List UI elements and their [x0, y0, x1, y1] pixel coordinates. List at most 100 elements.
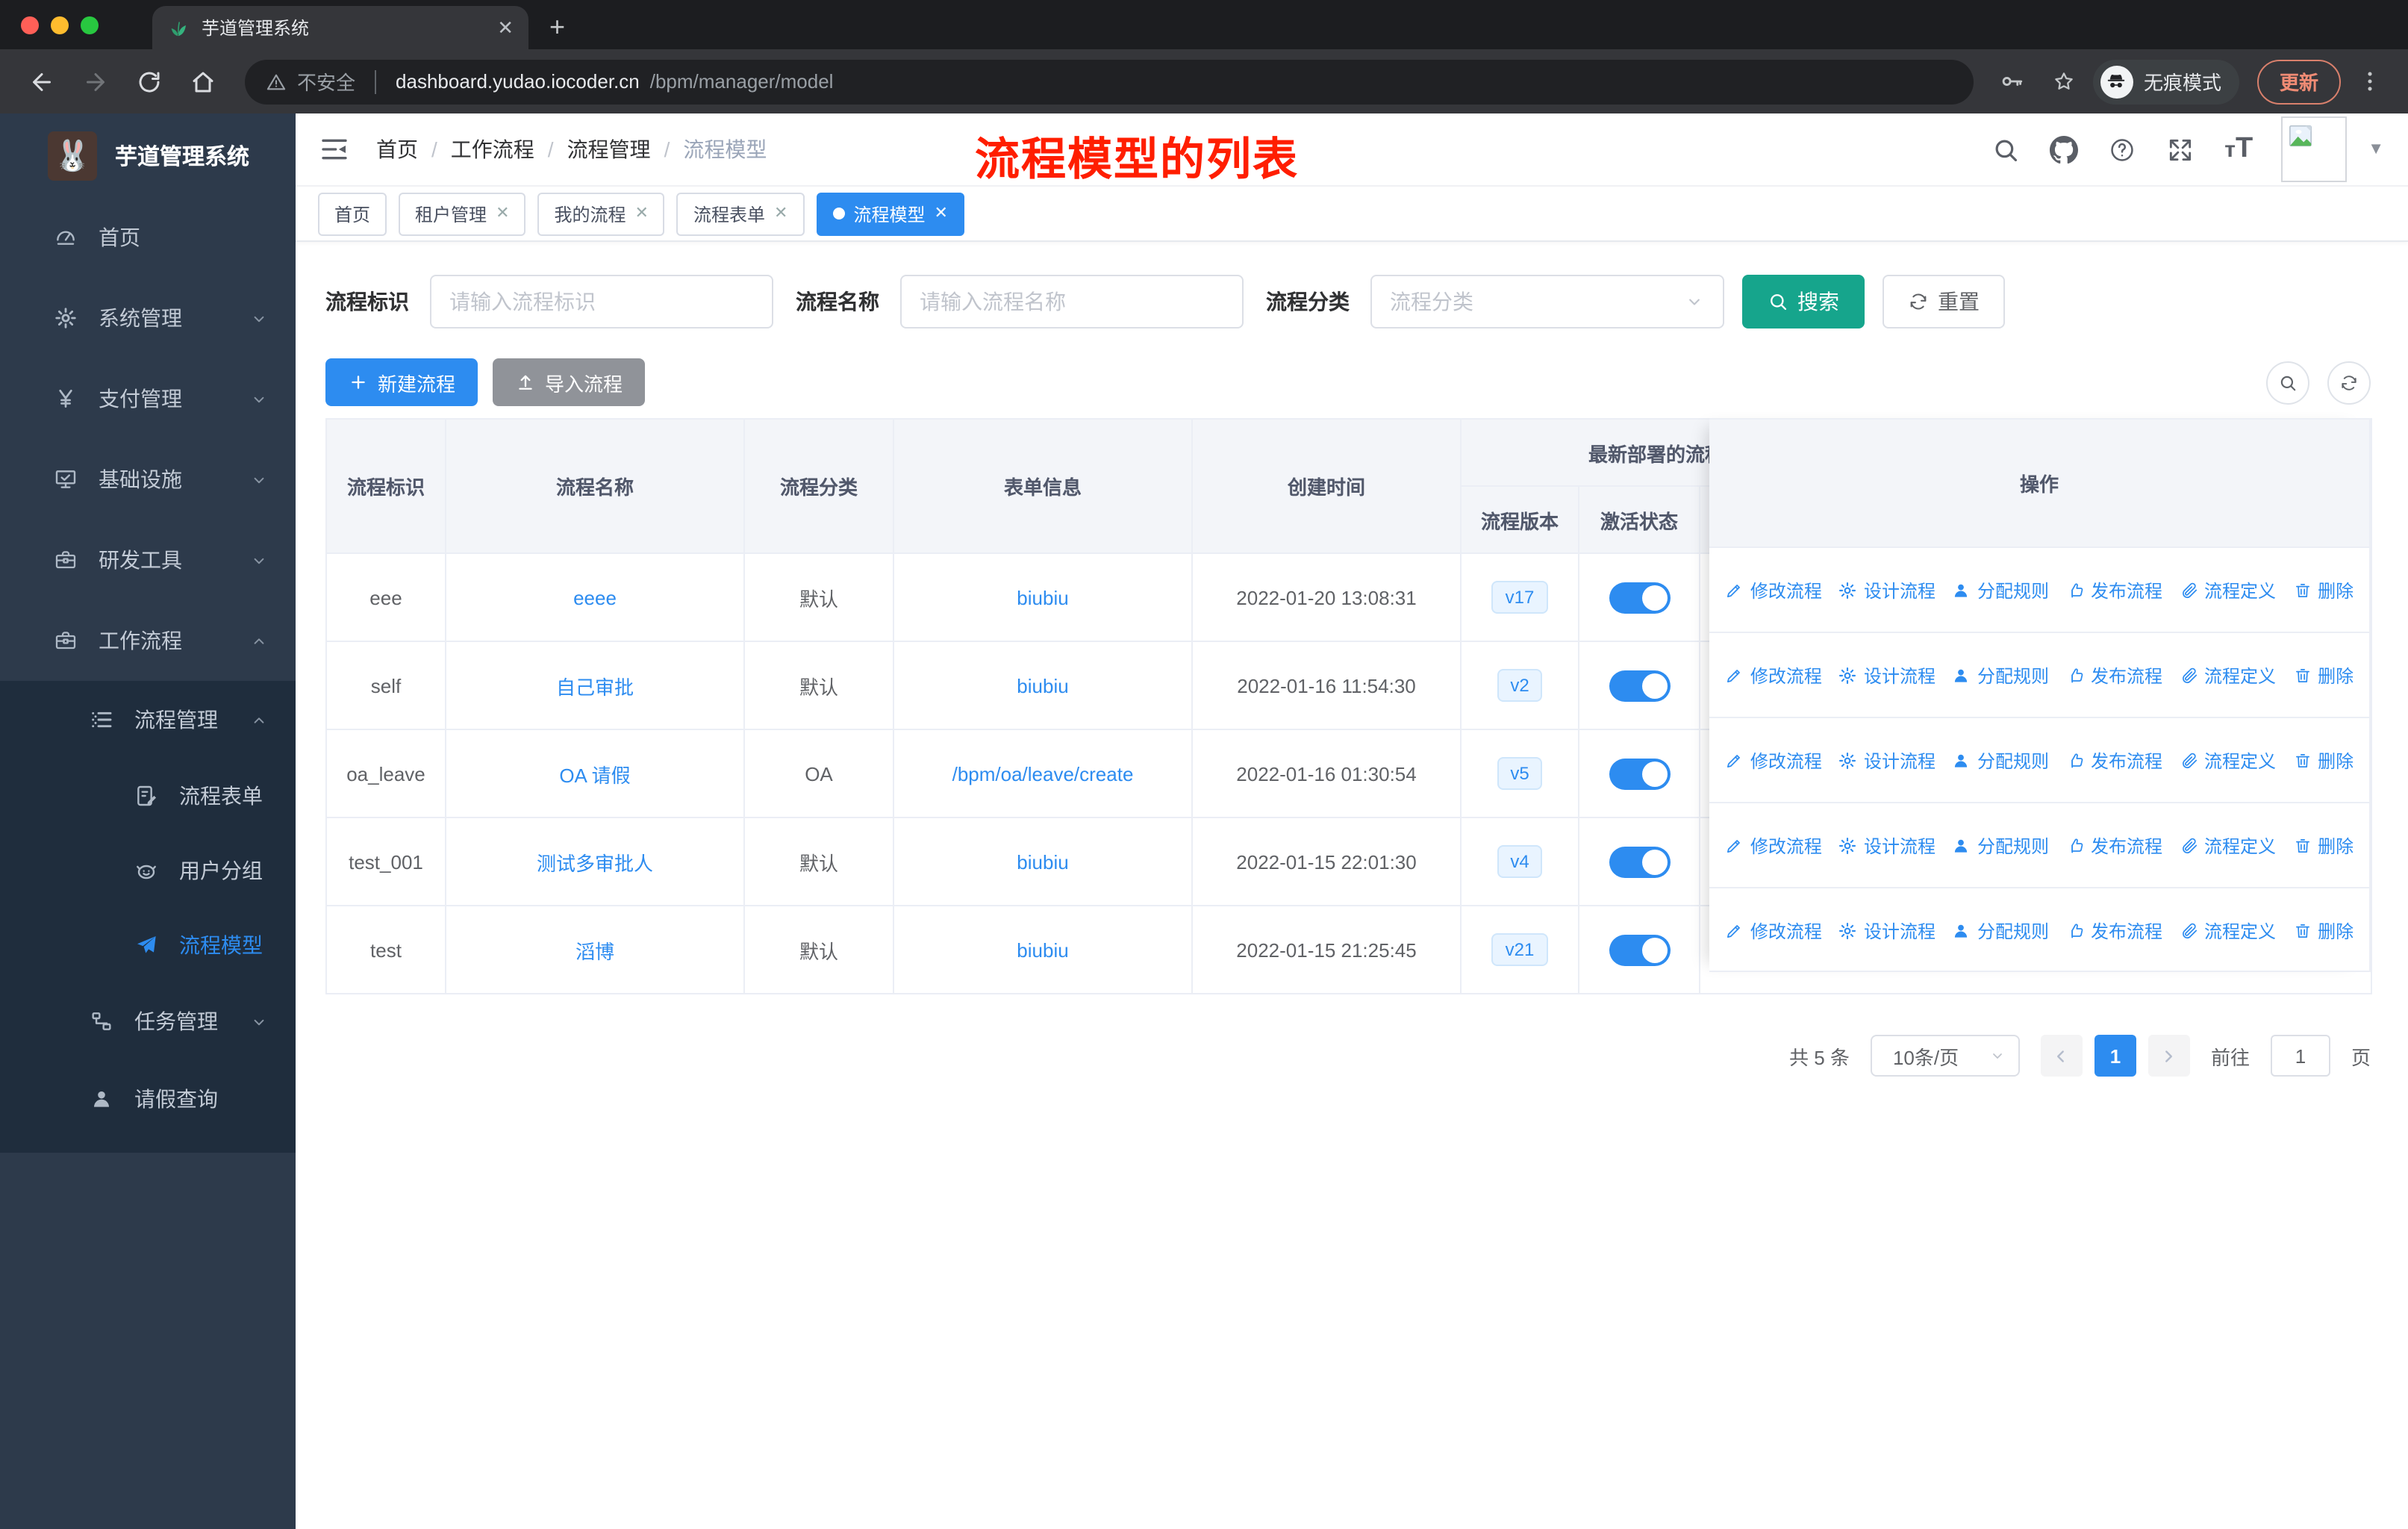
- avatar[interactable]: [2281, 116, 2348, 182]
- github-icon[interactable]: [2050, 135, 2079, 164]
- help-icon[interactable]: [2108, 135, 2136, 164]
- sidebar-item-payment[interactable]: 支付管理: [0, 358, 296, 439]
- font-size-icon[interactable]: тT: [2224, 133, 2253, 166]
- action-assign[interactable]: 分配规则: [1952, 662, 2049, 688]
- action-delete[interactable]: 删除: [2292, 577, 2354, 602]
- active-toggle[interactable]: [1609, 846, 1670, 877]
- goto-page-input[interactable]: [2270, 1035, 2330, 1077]
- tab-close-icon[interactable]: ✕: [497, 18, 514, 37]
- tag-home[interactable]: 首页: [318, 192, 387, 235]
- row-form-link[interactable]: biubiu: [1017, 674, 1068, 697]
- sidebar-item-task-management[interactable]: 任务管理: [0, 983, 296, 1060]
- tag-my-process[interactable]: 我的流程 ✕: [537, 192, 665, 235]
- process-category-select[interactable]: 流程分类: [1370, 275, 1724, 328]
- home-icon[interactable]: [190, 68, 216, 95]
- action-assign[interactable]: 分配规则: [1952, 577, 2049, 602]
- action-assign[interactable]: 分配规则: [1952, 918, 2049, 943]
- address-bar[interactable]: 不安全 dashboard.yudao.iocoder.cn/bpm/manag…: [245, 59, 1974, 104]
- action-design[interactable]: 设计流程: [1838, 747, 1936, 773]
- new-tab-button[interactable]: +: [549, 12, 565, 49]
- reload-icon[interactable]: [136, 68, 163, 95]
- forward-icon[interactable]: [82, 68, 109, 95]
- sidebar-item-user-group[interactable]: 用户分组: [0, 833, 296, 908]
- tag-close-icon[interactable]: ✕: [635, 205, 649, 222]
- process-name-input[interactable]: [900, 275, 1244, 328]
- show-search-button[interactable]: [2266, 361, 2309, 404]
- row-name-link[interactable]: 测试多审批人: [537, 852, 653, 874]
- page-number-1[interactable]: 1: [2094, 1035, 2136, 1077]
- back-icon[interactable]: [28, 68, 55, 95]
- active-toggle[interactable]: [1609, 934, 1670, 965]
- tag-close-icon[interactable]: ✕: [496, 205, 509, 222]
- search-icon[interactable]: [1991, 135, 2020, 164]
- process-key-input[interactable]: [430, 275, 773, 328]
- action-design[interactable]: 设计流程: [1838, 662, 1936, 688]
- action-edit[interactable]: 修改流程: [1725, 662, 1822, 688]
- sidebar-item-devtools[interactable]: 研发工具: [0, 520, 296, 600]
- row-name-link[interactable]: 滔博: [576, 940, 614, 962]
- fullscreen-icon[interactable]: [2166, 135, 2195, 164]
- sidebar-item-leave-query[interactable]: 请假查询: [0, 1060, 296, 1138]
- action-delete[interactable]: 删除: [2292, 747, 2354, 773]
- action-edit[interactable]: 修改流程: [1725, 832, 1822, 858]
- breadcrumb-process-management[interactable]: 流程管理: [567, 134, 651, 164]
- sidebar-item-home[interactable]: 首页: [0, 197, 296, 278]
- import-process-button[interactable]: 导入流程: [493, 358, 646, 406]
- action-design[interactable]: 设计流程: [1838, 918, 1936, 943]
- action-publish[interactable]: 发布流程: [2065, 747, 2162, 773]
- sidebar-item-system[interactable]: 系统管理: [0, 278, 296, 358]
- page-size-select[interactable]: 10条/页: [1870, 1035, 2020, 1077]
- row-form-link[interactable]: biubiu: [1017, 938, 1068, 961]
- prev-page-button[interactable]: [2040, 1035, 2083, 1077]
- breadcrumb-home[interactable]: 首页: [376, 134, 418, 164]
- password-key-icon[interactable]: [1999, 69, 2024, 94]
- action-definition[interactable]: 流程定义: [2179, 918, 2276, 943]
- bookmark-star-icon[interactable]: [2051, 69, 2077, 94]
- action-definition[interactable]: 流程定义: [2179, 577, 2276, 602]
- action-edit[interactable]: 修改流程: [1725, 577, 1822, 602]
- action-design[interactable]: 设计流程: [1838, 577, 1936, 602]
- sidebar-item-process-model[interactable]: 流程模型: [0, 908, 296, 983]
- active-toggle[interactable]: [1609, 670, 1670, 701]
- active-toggle[interactable]: [1609, 582, 1670, 613]
- close-window-button[interactable]: [21, 16, 39, 34]
- browser-menu-icon[interactable]: [2357, 69, 2383, 94]
- tag-process-model[interactable]: 流程模型 ✕: [816, 192, 964, 235]
- minimize-window-button[interactable]: [51, 16, 69, 34]
- refresh-table-button[interactable]: [2327, 361, 2371, 404]
- row-form-link[interactable]: biubiu: [1017, 850, 1068, 873]
- search-button[interactable]: 搜索: [1742, 275, 1865, 328]
- action-publish[interactable]: 发布流程: [2065, 662, 2162, 688]
- maximize-window-button[interactable]: [81, 16, 99, 34]
- action-publish[interactable]: 发布流程: [2065, 832, 2162, 858]
- action-delete[interactable]: 删除: [2292, 832, 2354, 858]
- caret-down-icon[interactable]: ▼: [2368, 140, 2384, 158]
- create-process-button[interactable]: 新建流程: [325, 358, 478, 406]
- row-name-link[interactable]: OA 请假: [559, 764, 630, 786]
- action-design[interactable]: 设计流程: [1838, 832, 1936, 858]
- tag-close-icon[interactable]: ✕: [934, 205, 947, 222]
- action-publish[interactable]: 发布流程: [2065, 918, 2162, 943]
- action-edit[interactable]: 修改流程: [1725, 918, 1822, 943]
- action-assign[interactable]: 分配规则: [1952, 832, 2049, 858]
- row-name-link[interactable]: 自己审批: [556, 676, 634, 698]
- update-button[interactable]: 更新: [2256, 59, 2341, 104]
- sidebar-item-process-form[interactable]: 流程表单: [0, 759, 296, 833]
- row-name-link[interactable]: eeee: [573, 586, 617, 608]
- tag-process-form[interactable]: 流程表单 ✕: [676, 192, 805, 235]
- row-form-link[interactable]: /bpm/oa/leave/create: [952, 762, 1134, 785]
- next-page-button[interactable]: [2147, 1035, 2190, 1077]
- browser-tab[interactable]: 芋道管理系统 ✕: [152, 6, 528, 49]
- tag-close-icon[interactable]: ✕: [774, 205, 787, 222]
- action-definition[interactable]: 流程定义: [2179, 832, 2276, 858]
- sidebar-item-infrastructure[interactable]: 基础设施: [0, 439, 296, 520]
- breadcrumb-workflow[interactable]: 工作流程: [451, 134, 534, 164]
- action-delete[interactable]: 删除: [2292, 918, 2354, 943]
- action-publish[interactable]: 发布流程: [2065, 577, 2162, 602]
- tag-tenant[interactable]: 租户管理 ✕: [399, 192, 526, 235]
- action-edit[interactable]: 修改流程: [1725, 747, 1822, 773]
- sidebar-collapse-icon[interactable]: [319, 134, 349, 164]
- row-form-link[interactable]: biubiu: [1017, 586, 1068, 608]
- action-delete[interactable]: 删除: [2292, 662, 2354, 688]
- sidebar-item-process-management[interactable]: 流程管理: [0, 681, 296, 759]
